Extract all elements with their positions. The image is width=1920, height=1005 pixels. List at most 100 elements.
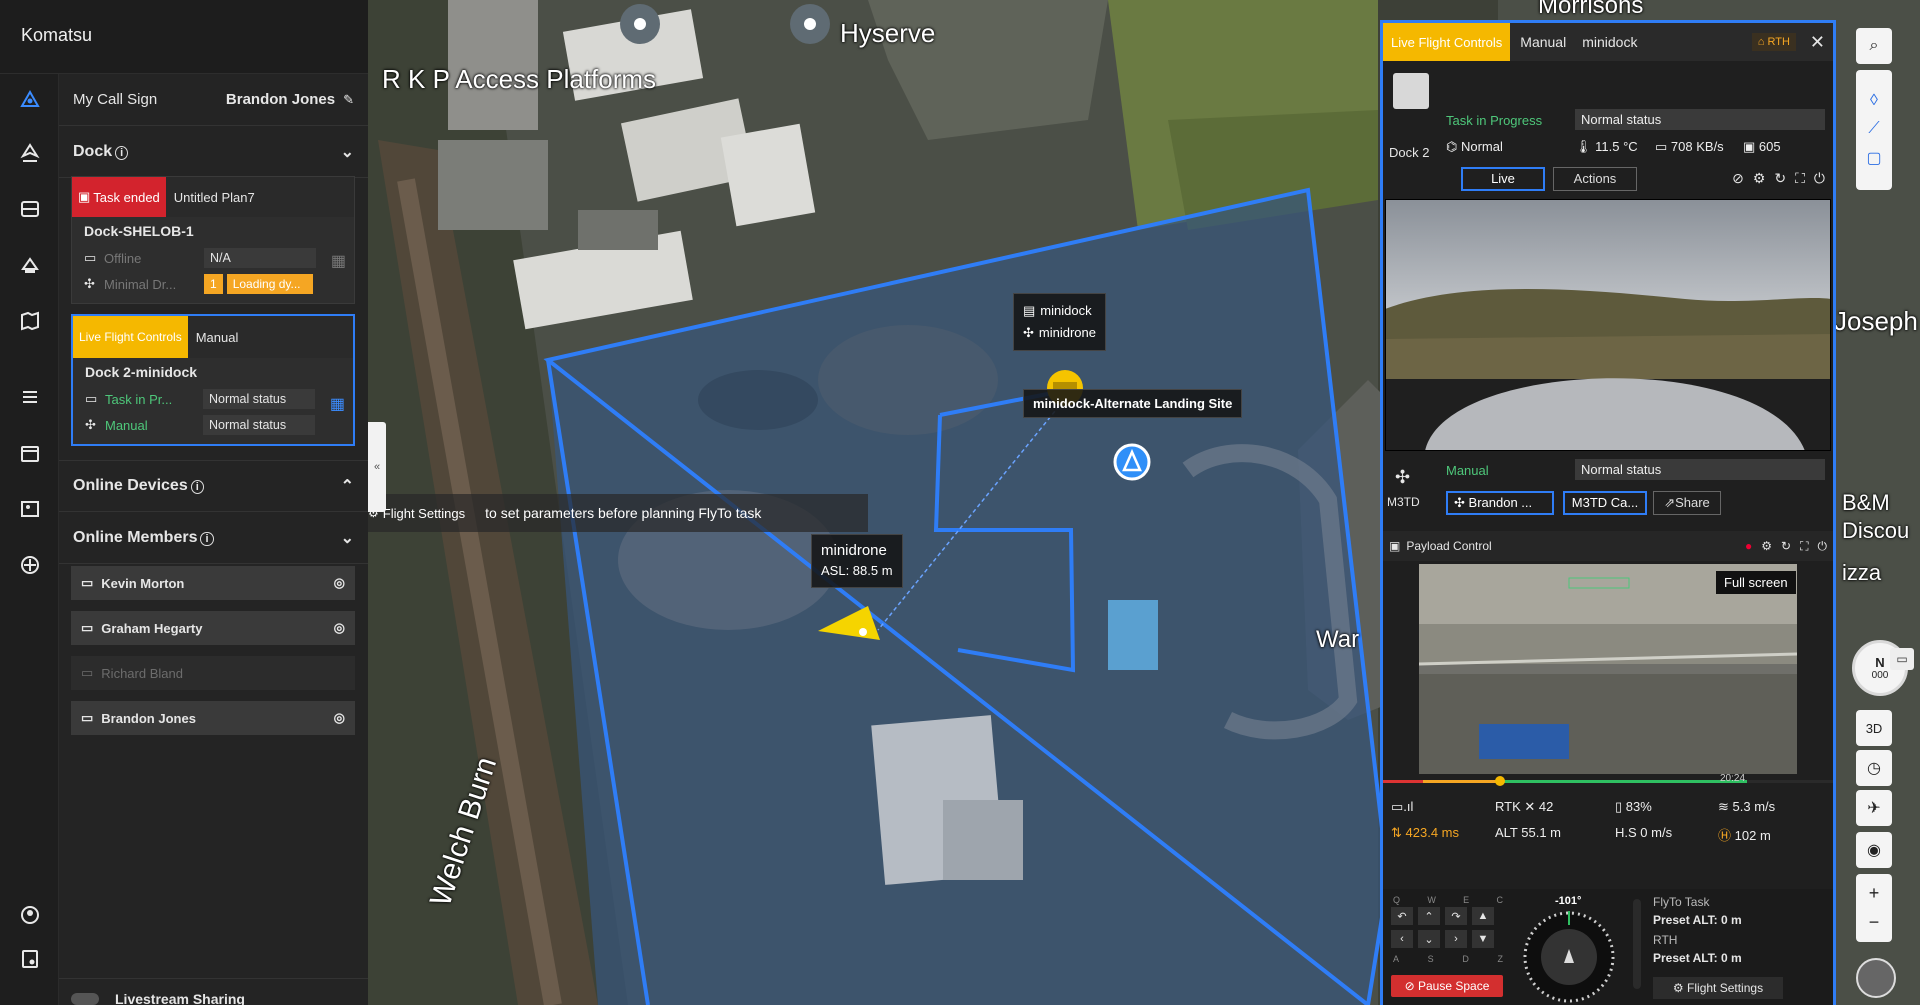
dock-video-toolbar: ⊘ ⚙ ↻ ⛶ ⏻ [1383, 163, 1833, 193]
livestream-row[interactable]: Livestream Sharing [59, 978, 368, 1005]
dock-card-shelob[interactable]: ▣ Task ended Untitled Plan7 Dock-SHELOB-1… [71, 176, 355, 304]
edit-pencil-icon[interactable]: ✎ [343, 92, 354, 108]
rth-button[interactable]: ⌂ RTH [1751, 33, 1796, 51]
latency-icon: ⇅ [1391, 825, 1402, 840]
zoom-in-icon[interactable]: + [1869, 883, 1880, 904]
rotate-left-key[interactable]: ↶ [1391, 907, 1413, 925]
collapse-panel-handle[interactable]: « [368, 422, 386, 512]
nav-gallery-icon[interactable] [17, 496, 43, 522]
search-icon[interactable]: ⌕ [1856, 28, 1892, 64]
nav-flight-icon[interactable] [17, 140, 43, 166]
dock-camera-feed[interactable] [1385, 199, 1831, 451]
camera-select-button[interactable]: M3TD Ca... [1563, 491, 1647, 515]
focus-icon[interactable]: ◎ [334, 710, 345, 726]
record-icon[interactable]: ● [1745, 539, 1752, 553]
layers-icon[interactable]: ◷ [1856, 750, 1892, 786]
card2-video-icon[interactable]: ▦ [330, 394, 345, 414]
payload-camera-feed[interactable] [1419, 564, 1797, 774]
descend-key[interactable]: ▼ [1472, 930, 1494, 948]
drone-status-block: ✣ M3TD Manual Normal status ✣ Brandon ..… [1383, 453, 1833, 515]
payload-control-label[interactable]: Payload Control [1406, 539, 1491, 553]
flight-settings-button[interactable]: ⚙ Flight Settings [1653, 977, 1783, 999]
member-row[interactable]: ▭ Graham Hegarty ◎ [71, 611, 355, 645]
dock-chevron-down-icon[interactable]: ⌄ [341, 142, 354, 162]
locate-icon[interactable]: ◉ [1856, 832, 1892, 868]
livestream-toggle[interactable] [71, 993, 99, 1005]
fullscreen-icon[interactable]: ⛶ [1795, 170, 1805, 187]
payload-fullscreen-icon[interactable]: ⛶ [1800, 539, 1808, 554]
dock-section-header[interactable]: Dock i ⌄ [59, 126, 368, 178]
nav-calendar-icon[interactable] [17, 440, 43, 466]
chat-icon[interactable]: ▭ [1890, 648, 1914, 670]
monitor-icon: ▭ [84, 250, 97, 265]
rtk-stat: RTK ✕ 42 [1495, 799, 1553, 815]
share-button[interactable]: ⇗Share [1653, 491, 1721, 515]
member-row[interactable]: ▭ Kevin Morton ◎ [71, 566, 355, 600]
polyline-icon[interactable]: ⟋ [1868, 120, 1879, 138]
card2-tab-live-flight[interactable]: Live Flight Controls [73, 316, 188, 358]
power-icon[interactable]: ⏻ [1814, 170, 1825, 187]
dock-info-icon[interactable]: i [115, 145, 129, 160]
flight-timeline[interactable]: 20:24 [1383, 773, 1833, 787]
online-devices-header[interactable]: Online Devices i ⌃ [59, 460, 368, 512]
payload-settings-icon[interactable]: ⚙ [1761, 539, 1772, 553]
hint-flight-settings-link[interactable]: Flight Settings [383, 506, 465, 521]
zoom-out-icon[interactable]: − [1869, 912, 1880, 933]
right-key[interactable]: › [1445, 930, 1467, 948]
devices-info-icon[interactable]: i [190, 480, 204, 494]
card1-video-icon[interactable]: ▦ [331, 251, 346, 271]
forward-key[interactable]: ⌃ [1418, 907, 1440, 925]
battery-stat: ▯ 83% [1615, 799, 1652, 815]
member-row[interactable]: ▭ Richard Bland [71, 656, 355, 690]
aircraft-icon[interactable]: ✈ [1856, 790, 1892, 826]
nav-dashboard-icon[interactable] [17, 86, 43, 112]
card2-dock-name: Dock 2-minidock [85, 364, 198, 380]
refresh-icon[interactable]: ↻ [1774, 170, 1786, 187]
nav-media-icon[interactable] [17, 196, 43, 222]
payload-refresh-icon[interactable]: ↻ [1781, 539, 1791, 553]
ascend-key[interactable]: ▲ [1472, 907, 1494, 925]
pilot-button[interactable]: ✣ Brandon ... [1446, 491, 1554, 515]
altitude-stat: ALT 55.1 m [1495, 825, 1561, 840]
pause-button[interactable]: ⊘ Pause Space [1391, 975, 1503, 997]
focus-icon[interactable]: ◎ [334, 575, 345, 591]
nav-settings-icon[interactable] [17, 946, 43, 972]
tab-manual[interactable]: Manual [1520, 34, 1566, 50]
card2-tab-manual[interactable]: Manual [196, 330, 239, 345]
members-chevron-down-icon[interactable]: ⌄ [341, 528, 354, 548]
nav-tasks-icon[interactable] [17, 384, 43, 410]
home-distance-stat: Ⓗ 102 m [1718, 825, 1771, 844]
dock-card-minidock[interactable]: Live Flight Controls Manual Dock 2-minid… [71, 314, 355, 446]
devices-chevron-up-icon[interactable]: ⌃ [341, 476, 354, 496]
nav-devices-icon[interactable] [17, 252, 43, 278]
member-row[interactable]: ▭ Brandon Jones ◎ [71, 701, 355, 735]
dock-mode: ⌬ Normal [1446, 139, 1503, 155]
view-3d-button[interactable]: 3D [1856, 710, 1892, 746]
telemetry-block: ▭.ıl RTK ✕ 42 ▯ 83% ≋ 5.3 m/s ⇅ 423.4 ms… [1383, 793, 1833, 851]
rtk-label: RTK [1495, 799, 1521, 814]
focus-icon[interactable]: ◎ [334, 620, 345, 636]
rtk-value: 42 [1538, 799, 1554, 814]
rotate-right-key[interactable]: ↷ [1445, 907, 1467, 925]
nav-map-icon[interactable] [17, 308, 43, 334]
task-ended-badge: ▣ Task ended [72, 177, 166, 217]
drone-icon: ✣ [1023, 325, 1034, 340]
basemap-thumbnail[interactable] [1856, 958, 1896, 998]
polygon-icon[interactable]: ▢ [1866, 148, 1881, 168]
map-label-war: War [1316, 626, 1360, 653]
back-key[interactable]: ⌄ [1418, 930, 1440, 948]
card2-row-task: ▭ Task in Pr... Normal status [73, 386, 353, 412]
nav-models-icon[interactable] [17, 552, 43, 578]
close-icon[interactable]: ✕ [1810, 32, 1825, 53]
nav-team-icon[interactable] [17, 902, 43, 928]
payload-power-icon[interactable]: ⏻ [1818, 539, 1828, 554]
online-members-header[interactable]: Online Members i ⌄ [59, 512, 368, 564]
timeline-marker[interactable] [1495, 776, 1505, 786]
left-key[interactable]: ‹ [1391, 930, 1413, 948]
tab-device[interactable]: minidock [1582, 34, 1637, 50]
camera-settings-icon[interactable]: ⚙ [1753, 170, 1766, 187]
members-info-icon[interactable]: i [200, 531, 214, 546]
pin-icon[interactable]: ◊ [1870, 92, 1878, 110]
tab-live-flight-controls[interactable]: Live Flight Controls [1383, 23, 1511, 61]
no-signal-icon[interactable]: ⊘ [1732, 170, 1744, 187]
